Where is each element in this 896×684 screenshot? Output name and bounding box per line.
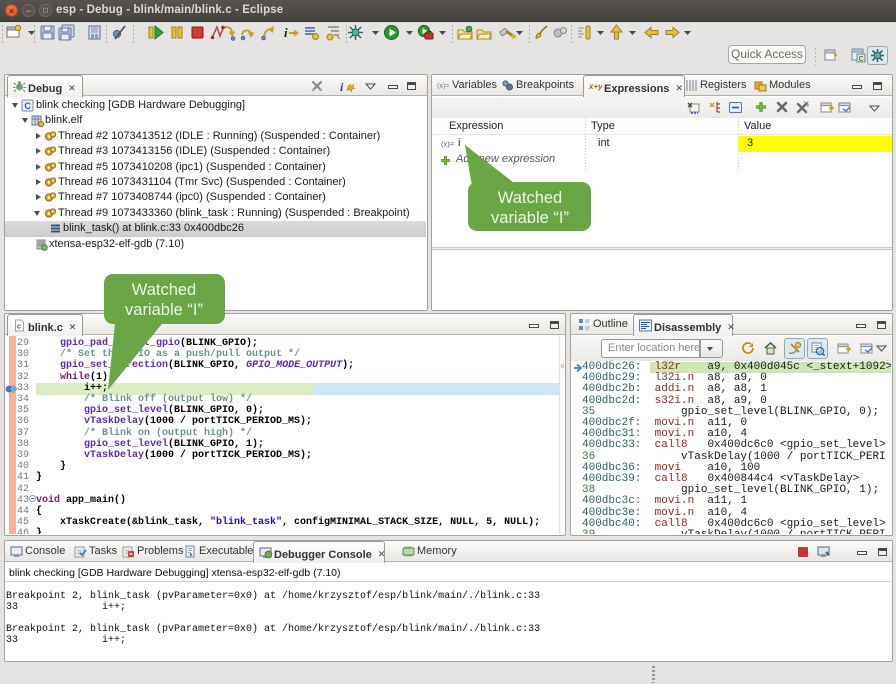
svg-text:(x)=: (x)= [441,140,455,149]
svg-text:i: i [284,25,288,40]
svg-text:Watched: Watched [132,281,197,299]
svg-text:variable “I”: variable “I” [125,301,203,319]
svg-text:c: c [17,322,21,331]
svg-text:Watched: Watched [498,189,563,207]
svg-text:variable “I”: variable “I” [491,209,569,227]
svg-text:C: C [859,56,864,63]
svg-text:x+y: x+y [589,82,602,91]
svg-text:C: C [24,101,31,111]
svg-text:i: i [340,80,344,93]
svg-text:(x)=: (x)= [437,83,449,90]
